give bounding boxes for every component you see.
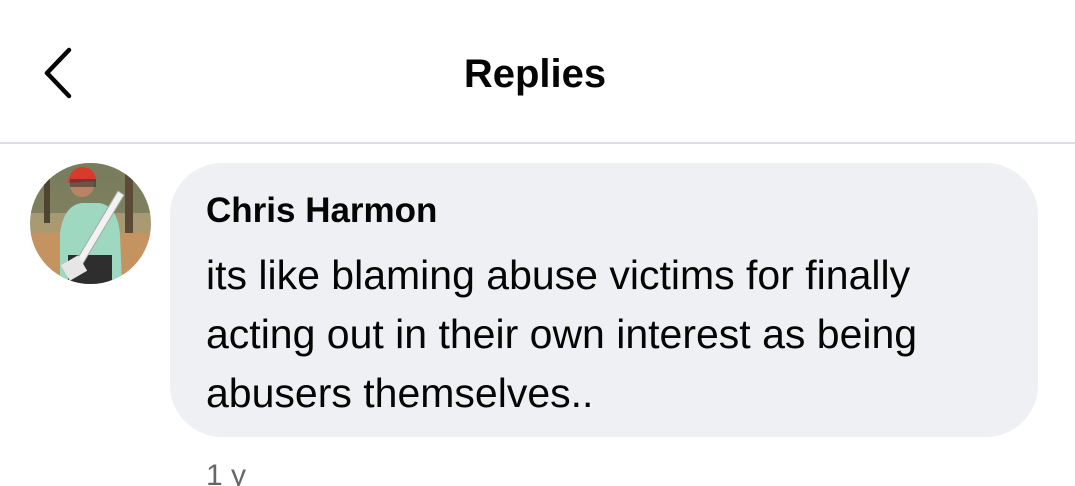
- avatar[interactable]: [30, 163, 151, 284]
- comment-author[interactable]: Chris Harmon: [206, 189, 437, 233]
- reply-item: Chris Harmon its like blaming abuse vict…: [0, 144, 1075, 486]
- page-title: Replies: [463, 52, 607, 96]
- comment-timestamp[interactable]: 1 y: [206, 456, 246, 486]
- replies-screen: Replies Chris Harmon its like blaming ab…: [0, 0, 1075, 486]
- header: Replies: [0, 0, 1075, 144]
- comment-bubble: Chris Harmon its like blaming abuse vict…: [170, 163, 1038, 437]
- comment-text: its like blaming abuse victims for final…: [206, 252, 918, 416]
- profile-photo-icon: [30, 163, 151, 284]
